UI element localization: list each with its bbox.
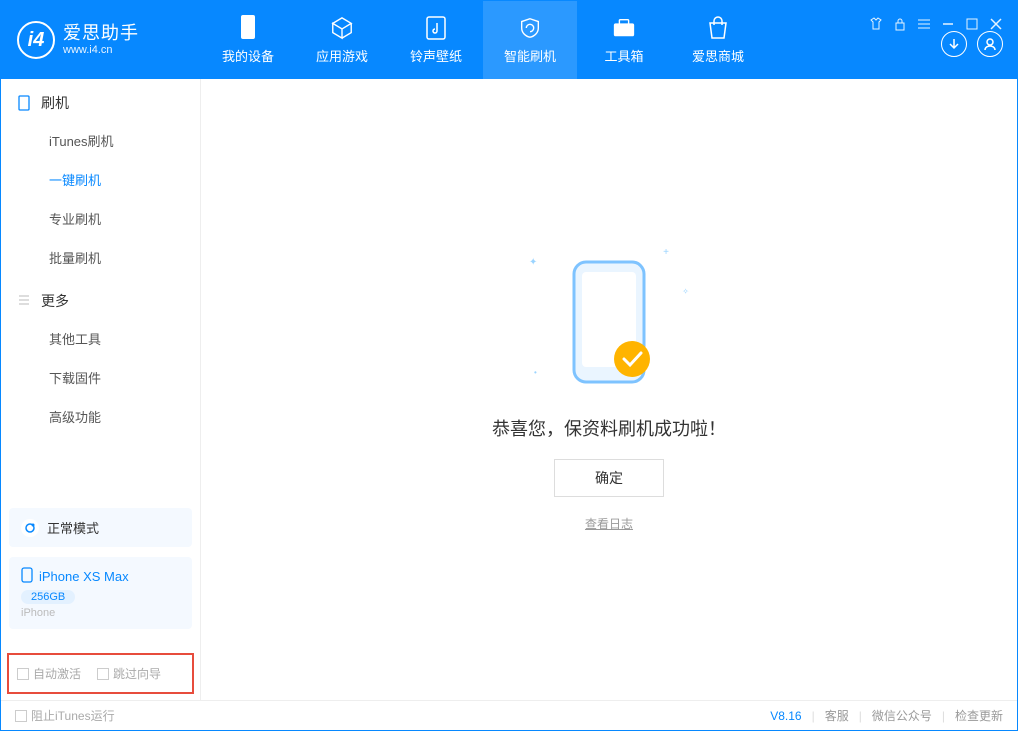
support-link[interactable]: 客服	[825, 707, 849, 724]
check-update-link[interactable]: 检查更新	[955, 707, 1003, 724]
lock-icon[interactable]	[893, 17, 907, 31]
briefcase-icon	[612, 16, 636, 40]
sidebar-item-oneclick-flash[interactable]: 一键刷机	[1, 160, 200, 199]
sidebar-item-advanced[interactable]: 高级功能	[1, 397, 200, 436]
refresh-shield-icon	[518, 16, 542, 40]
tab-store[interactable]: 爱思商城	[671, 1, 765, 79]
tab-label: 工具箱	[604, 46, 643, 65]
status-bar: 阻止iTunes运行 V8.16 | 客服 | 微信公众号 | 检查更新	[1, 700, 1017, 730]
sidebar-item-itunes-flash[interactable]: iTunes刷机	[1, 121, 200, 160]
sidebar-item-batch-flash[interactable]: 批量刷机	[1, 238, 200, 277]
success-message: 恭喜您，保资料刷机成功啦！	[492, 415, 726, 441]
window-controls	[869, 17, 1003, 31]
minimize-button[interactable]	[941, 17, 955, 31]
checkbox-label: 自动激活	[33, 665, 81, 682]
close-button[interactable]	[989, 17, 1003, 31]
tab-label: 智能刷机	[504, 46, 556, 65]
top-tabs: 我的设备 应用游戏 铃声壁纸 智能刷机 工具箱 爱思商城	[201, 1, 765, 79]
main-content: ✦ ✧ • + 恭喜您，保资料刷机成功啦！ 确定 查看日志	[201, 79, 1017, 700]
download-button[interactable]	[941, 31, 967, 57]
sidebar: 刷机 iTunes刷机 一键刷机 专业刷机 批量刷机 更多 其他工具 下载固件 …	[1, 79, 201, 700]
tab-flash[interactable]: 智能刷机	[483, 1, 577, 79]
sidebar-section-more: 更多	[1, 277, 200, 319]
tab-label: 爱思商城	[692, 46, 744, 65]
tab-label: 我的设备	[222, 46, 274, 65]
skip-guide-checkbox[interactable]: 跳过向导	[97, 665, 161, 682]
highlighted-options: 自动激活 跳过向导	[7, 653, 194, 694]
version-label: V8.16	[770, 709, 801, 723]
sidebar-section-flash: 刷机	[1, 79, 200, 121]
phone-small-icon	[21, 567, 33, 586]
menu-icon[interactable]	[917, 17, 931, 31]
sidebar-item-pro-flash[interactable]: 专业刷机	[1, 199, 200, 238]
music-file-icon	[424, 16, 448, 40]
checkbox-label: 阻止iTunes运行	[31, 707, 115, 724]
tab-label: 铃声壁纸	[410, 46, 462, 65]
tab-apps-games[interactable]: 应用游戏	[295, 1, 389, 79]
logo: i4 爱思助手 www.i4.cn	[1, 21, 201, 59]
tab-my-device[interactable]: 我的设备	[201, 1, 295, 79]
shirt-icon[interactable]	[869, 17, 883, 31]
device-name: iPhone XS Max	[39, 569, 129, 584]
logo-icon: i4	[17, 21, 55, 59]
mode-label: 正常模式	[47, 518, 99, 537]
device-icon	[17, 95, 33, 111]
tab-toolbox[interactable]: 工具箱	[577, 1, 671, 79]
mode-icon	[21, 519, 39, 537]
section-title: 更多	[41, 291, 69, 311]
view-log-link[interactable]: 查看日志	[585, 515, 633, 532]
auto-activate-checkbox[interactable]: 自动激活	[17, 665, 81, 682]
sidebar-item-download-firmware[interactable]: 下载固件	[1, 358, 200, 397]
list-icon	[17, 293, 33, 309]
maximize-button[interactable]	[965, 17, 979, 31]
phone-icon	[236, 16, 260, 40]
device-type: iPhone	[21, 607, 180, 619]
success-illustration: ✦ ✧ • +	[529, 247, 689, 397]
block-itunes-checkbox[interactable]: 阻止iTunes运行	[15, 707, 115, 724]
wechat-link[interactable]: 微信公众号	[872, 707, 932, 724]
bag-icon	[706, 16, 730, 40]
cube-icon	[330, 16, 354, 40]
app-header: i4 爱思助手 www.i4.cn 我的设备 应用游戏 铃声壁纸 智能刷机 工具…	[1, 1, 1017, 79]
user-button[interactable]	[977, 31, 1003, 57]
section-title: 刷机	[41, 93, 69, 113]
device-capacity: 256GB	[21, 590, 75, 604]
brand-name: 爱思助手	[63, 24, 139, 44]
sidebar-item-other-tools[interactable]: 其他工具	[1, 319, 200, 358]
device-card[interactable]: iPhone XS Max 256GB iPhone	[9, 557, 192, 629]
brand-url: www.i4.cn	[63, 44, 139, 56]
tab-ringtones[interactable]: 铃声壁纸	[389, 1, 483, 79]
mode-card[interactable]: 正常模式	[9, 508, 192, 547]
tab-label: 应用游戏	[316, 46, 368, 65]
ok-button[interactable]: 确定	[554, 459, 664, 497]
checkbox-label: 跳过向导	[113, 665, 161, 682]
